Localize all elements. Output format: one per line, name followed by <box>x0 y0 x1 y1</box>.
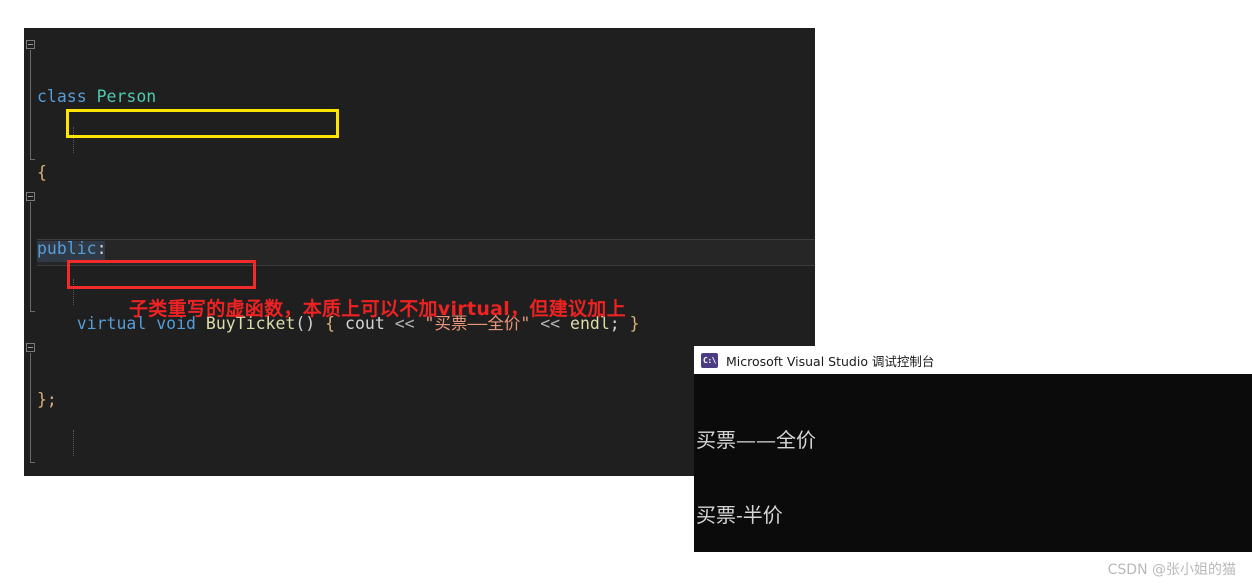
annotation-text: 子类重写的虚函数，本质上可以不加virtual，但建议加上 <box>129 298 626 320</box>
csdn-watermark: CSDN @张小姐的猫 <box>1107 562 1236 578</box>
code-token: }; <box>37 389 57 409</box>
fold-line-person <box>30 50 31 159</box>
red-highlight-box <box>67 260 256 289</box>
code-token: class <box>37 87 87 107</box>
code-token: : <box>96 238 107 258</box>
fold-marker-soldier[interactable] <box>26 343 35 352</box>
console-window[interactable]: C:\ Microsoft Visual Studio 调试控制台 买票——全价… <box>694 346 1252 552</box>
code-line[interactable]: { <box>37 160 815 185</box>
fold-line-student <box>30 202 31 311</box>
code-line[interactable]: public: <box>37 236 815 261</box>
console-title-text: Microsoft Visual Studio 调试控制台 <box>726 353 935 369</box>
console-title-bar[interactable]: C:\ Microsoft Visual Studio 调试控制台 <box>694 346 1252 374</box>
console-output-line: 买票——全价 <box>696 428 816 452</box>
fold-end-person <box>30 159 35 160</box>
console-output[interactable]: 买票——全价 买票-半价 优先买票 C:\Users\Administrator… <box>694 374 1252 552</box>
code-token: Person <box>96 87 157 107</box>
console-app-icon: C:\ <box>701 352 718 368</box>
code-token: public <box>37 238 97 258</box>
console-output-line: 买票-半价 <box>696 503 783 527</box>
editor-fold-gutter[interactable] <box>24 28 37 476</box>
code-token: } <box>629 314 640 334</box>
yellow-highlight-box <box>66 109 339 138</box>
fold-marker-person[interactable] <box>26 40 35 49</box>
code-token: { <box>37 163 47 182</box>
fold-marker-student[interactable] <box>26 192 35 201</box>
code-line[interactable]: class Person <box>37 84 815 109</box>
fold-end-soldier <box>30 462 35 463</box>
fold-end-student <box>30 311 35 312</box>
screenshot-root: class Person { public: virtual void BuyT… <box>0 0 1252 587</box>
fold-line-soldier <box>30 353 31 462</box>
